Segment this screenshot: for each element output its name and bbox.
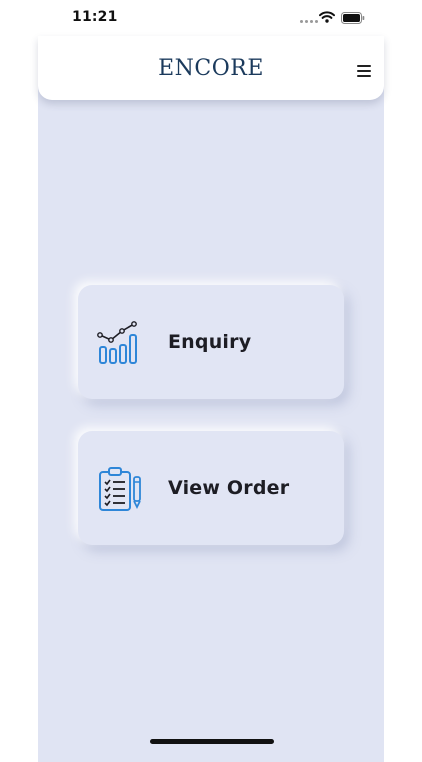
wifi-icon: [319, 11, 335, 23]
view-order-button[interactable]: View Order: [78, 431, 344, 545]
status-time: 11:21: [72, 9, 118, 25]
app-title: ENCORE: [158, 56, 264, 81]
signal-dots-icon: [300, 20, 318, 23]
bar-chart-trend-icon: [97, 321, 137, 364]
home-indicator[interactable]: [150, 739, 274, 744]
app-header: ENCORE: [38, 36, 384, 100]
battery-icon: [341, 12, 365, 24]
hamburger-menu-icon[interactable]: [352, 62, 376, 80]
clipboard-checklist-pen-icon: [99, 467, 141, 511]
enquiry-label: Enquiry: [168, 331, 252, 353]
app-canvas: [38, 72, 384, 762]
status-bar: 11:21: [0, 0, 422, 36]
view-order-label: View Order: [168, 477, 290, 499]
enquiry-button[interactable]: Enquiry: [78, 285, 344, 399]
